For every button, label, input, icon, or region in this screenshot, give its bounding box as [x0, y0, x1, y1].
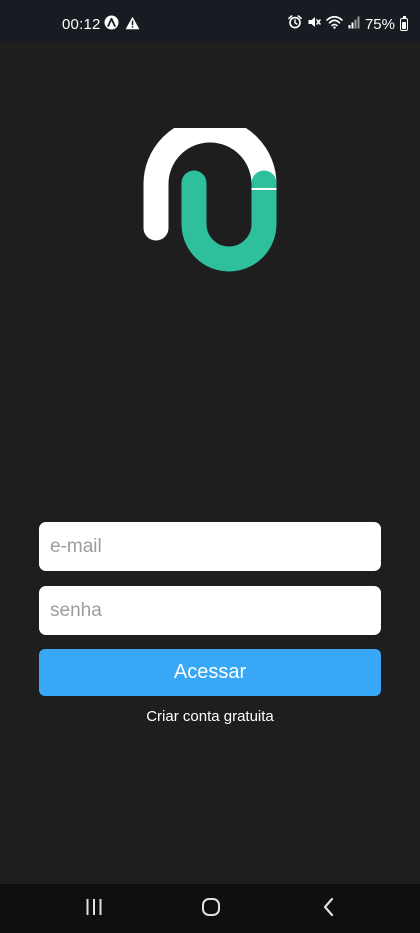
home-icon	[201, 897, 221, 922]
back-button[interactable]	[314, 896, 344, 922]
battery-percentage: 75%	[364, 15, 395, 33]
mute-icon	[307, 15, 321, 33]
logo-left-arch	[143, 117, 277, 241]
alarm-icon	[288, 15, 302, 33]
status-right-icons: 75%	[288, 15, 408, 33]
app-logo	[140, 117, 280, 290]
back-icon	[321, 897, 337, 922]
battery-icon	[400, 15, 408, 31]
status-time: 00:12	[62, 16, 101, 33]
login-button[interactable]: Acessar	[39, 649, 381, 696]
email-input[interactable]	[39, 522, 381, 571]
create-account-link[interactable]: Criar conta gratuita	[0, 708, 420, 725]
home-button[interactable]	[196, 896, 226, 922]
password-input[interactable]	[39, 586, 381, 635]
warning-icon	[125, 16, 140, 34]
status-left-icons	[104, 15, 140, 34]
status-bar: 00:12 75%	[0, 0, 420, 42]
recents-icon	[84, 898, 104, 921]
app-notification-icon	[104, 15, 119, 34]
login-screen: 00:12 75% e-mail Acessar Criar conta gra…	[0, 0, 420, 933]
recents-button[interactable]	[79, 896, 109, 922]
signal-icon	[348, 16, 360, 33]
wifi-icon	[326, 15, 343, 33]
navigation-bar	[0, 884, 420, 933]
logo-right-arch	[181, 170, 277, 272]
